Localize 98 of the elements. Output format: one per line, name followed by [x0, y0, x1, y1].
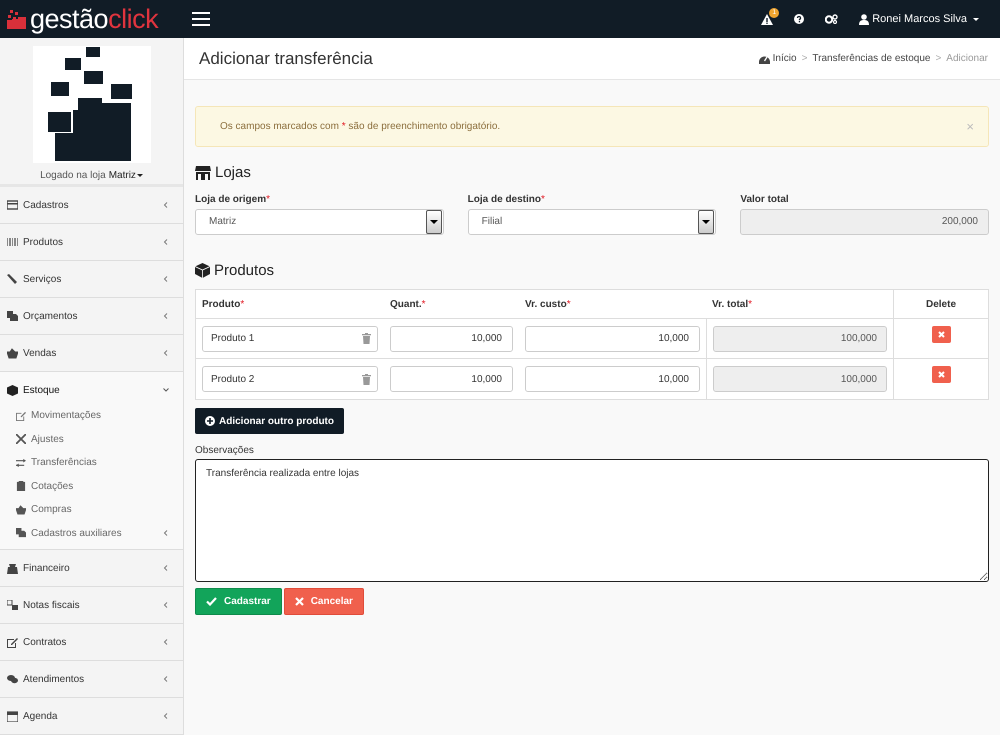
- total-field: 100,000: [713, 326, 887, 352]
- menu-icon: [16, 481, 26, 492]
- breadcrumb-separator: >: [802, 52, 808, 66]
- column-header: Quant.*: [390, 298, 426, 312]
- field-label: Loja de destino*: [468, 192, 546, 206]
- menu-icon: [7, 348, 18, 358]
- chevron-left-icon: [163, 713, 169, 719]
- chevron-left-icon: [163, 313, 169, 319]
- sidebar-item[interactable]: Vendas: [0, 335, 183, 371]
- menu-button[interactable]: [192, 12, 210, 26]
- chevron-left-icon: [163, 350, 169, 356]
- chevron-left-icon: [163, 202, 169, 208]
- menu-icon: [16, 504, 26, 515]
- number-field[interactable]: 10,000: [390, 326, 513, 352]
- chevron-left-icon: [163, 530, 169, 536]
- store-selector[interactable]: Logado na loja Matriz: [40, 168, 143, 183]
- select-field[interactable]: Matriz: [195, 208, 444, 234]
- brand-logo: gestãoclick: [30, 6, 158, 32]
- help-icon: [794, 14, 804, 24]
- field-label: Observações: [195, 444, 254, 458]
- add-product-button[interactable]: Adicionar outro produto: [195, 408, 344, 434]
- trash-icon: [362, 374, 371, 384]
- section-title: Lojas: [215, 163, 251, 183]
- user-menu[interactable]: Ronei Marcos Silva: [859, 10, 979, 28]
- notes-field[interactable]: Transferência realizada entre lojas: [195, 459, 989, 582]
- sidebar-item[interactable]: Agenda: [0, 698, 183, 734]
- sidebar-item[interactable]: Atendimentos: [0, 661, 183, 697]
- menu-icon: [16, 434, 26, 444]
- plus-circle-icon: [205, 416, 215, 426]
- sidebar-item[interactable]: Financeiro: [0, 550, 183, 586]
- chevron-left-icon: [163, 276, 169, 282]
- help-button[interactable]: [794, 14, 804, 24]
- menu-icon: [7, 274, 18, 284]
- page-title: Adicionar transferência: [199, 48, 373, 70]
- total-field: 100,000: [713, 366, 887, 392]
- chevron-left-icon: [163, 565, 169, 571]
- field-label: Loja de origem*: [195, 192, 272, 206]
- store-icon: [195, 166, 211, 180]
- submenu-item[interactable]: Ajustes: [0, 428, 183, 451]
- box-icon: [195, 263, 210, 278]
- user-icon: [859, 14, 870, 24]
- total-field: 200,000: [740, 208, 989, 234]
- sidebar-item[interactable]: Produtos: [0, 224, 183, 260]
- check-icon: [206, 597, 217, 606]
- menu-icon: [7, 562, 18, 574]
- sidebar-item[interactable]: Notas fiscais: [0, 587, 183, 623]
- menu-icon: [7, 600, 18, 610]
- menu-icon: [7, 310, 18, 322]
- section-title: Produtos: [214, 260, 274, 280]
- field-label: Valor total: [740, 192, 790, 206]
- close-icon: [294, 597, 304, 606]
- number-field[interactable]: 10,000: [390, 366, 513, 392]
- menu-icon: [7, 710, 18, 722]
- menu-icon: [16, 410, 26, 421]
- number-field[interactable]: 10,000: [525, 366, 700, 392]
- chevron-left-icon: [163, 602, 169, 608]
- breadcrumb-link[interactable]: Transferências de estoque: [812, 51, 930, 66]
- submenu-item[interactable]: Cadastros auxiliares: [0, 522, 183, 545]
- column-header: Produto*: [202, 298, 244, 312]
- number-field[interactable]: 10,000: [525, 326, 700, 352]
- breadcrumb-current: Adicionar: [946, 52, 988, 66]
- submenu-item[interactable]: Compras: [0, 498, 183, 522]
- chevron-left-icon: [163, 676, 169, 682]
- gears-icon: [825, 14, 838, 24]
- breadcrumb-link[interactable]: Início: [758, 51, 797, 66]
- sidebar-item[interactable]: Contratos: [0, 624, 183, 660]
- column-header: Vr. custo*: [525, 298, 571, 312]
- dashboard-icon: [758, 54, 770, 64]
- sidebar-item[interactable]: Orçamentos: [0, 298, 183, 334]
- delete-button[interactable]: [932, 366, 950, 383]
- product-field[interactable]: Produto 1: [202, 326, 378, 352]
- menu-icon: [16, 528, 26, 538]
- delete-button[interactable]: [932, 326, 950, 343]
- warning-icon: [761, 14, 774, 24]
- logo-icon: [7, 9, 27, 29]
- menu-icon: [7, 236, 18, 248]
- menu-icon: [16, 458, 26, 468]
- alert-message: Os campos marcados com * são de preenchimento obrigatório.: [220, 120, 500, 134]
- column-header: Vr. total*: [712, 298, 752, 312]
- settings-button[interactable]: [825, 14, 838, 24]
- select-field[interactable]: Filial: [468, 208, 716, 234]
- menu-icon: [7, 200, 18, 210]
- menu-icon: [7, 384, 18, 396]
- chevron-down-icon: [163, 387, 169, 393]
- chevron-left-icon: [163, 239, 169, 245]
- sidebar-item[interactable]: Serviços: [0, 261, 183, 297]
- submenu-item[interactable]: Cotações: [0, 474, 183, 498]
- product-field[interactable]: Produto 2: [202, 366, 378, 392]
- menu-icon: [7, 636, 18, 648]
- column-header: Delete: [926, 298, 956, 312]
- menu-icon: [7, 674, 18, 684]
- sidebar-item[interactable]: Cadastros: [0, 187, 183, 223]
- close-icon: [938, 371, 944, 378]
- chevron-left-icon: [163, 639, 169, 645]
- trash-icon: [362, 333, 371, 344]
- breadcrumb-separator: >: [935, 52, 942, 66]
- close-icon: [938, 331, 944, 338]
- submenu-item[interactable]: Transferências: [0, 451, 183, 474]
